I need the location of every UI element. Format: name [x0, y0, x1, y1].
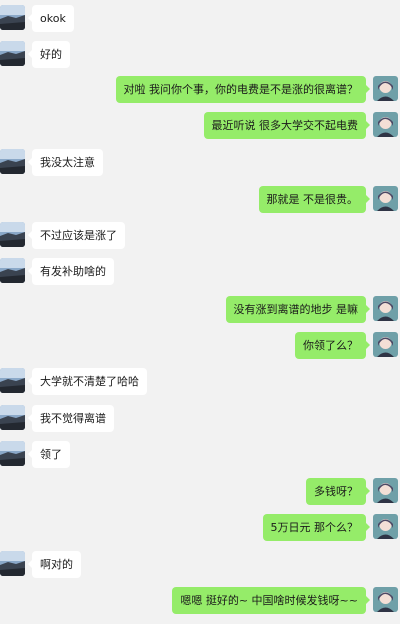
landscape-avatar-icon[interactable] — [0, 258, 25, 283]
message-bubble: 嗯嗯 挺好的~ 中国啥时候发钱呀~~ — [172, 587, 370, 614]
message-bubble: 最近听说 很多大学交不起电费 — [203, 112, 370, 139]
landscape-avatar-icon[interactable] — [0, 368, 25, 393]
message-row: okok — [0, 5, 400, 35]
message-row: 多钱呀？ — [0, 478, 400, 508]
message-bubble: 啊对的 — [28, 551, 81, 578]
message-row: 啊对的 — [0, 551, 400, 581]
message-bubble: 领了 — [28, 441, 70, 468]
message-bubble: 5万日元 那个么？ — [262, 514, 370, 541]
anime-character-avatar-icon[interactable] — [373, 296, 398, 321]
message-bubble: 没有涨到离谱的地步 是嘛 — [225, 296, 370, 323]
message-row: 大学就不清楚了哈哈 — [0, 368, 400, 398]
message-bubble: 好的 — [28, 41, 70, 68]
message-bubble: 有发补助啥的 — [28, 258, 114, 285]
message-row: 嗯嗯 挺好的~ 中国啥时候发钱呀~~ — [0, 587, 400, 617]
message-row: 5万日元 那个么？ — [0, 514, 400, 544]
message-bubble: 你领了么？ — [295, 332, 370, 359]
message-row: 对啦 我问你个事，你的电费是不是涨的很离谱？ — [0, 76, 400, 106]
message-row: 没有涨到离谱的地步 是嘛 — [0, 296, 400, 326]
message-row: 你领了么？ — [0, 332, 400, 362]
anime-character-avatar-icon[interactable] — [373, 514, 398, 539]
anime-character-avatar-icon[interactable] — [373, 76, 398, 101]
landscape-avatar-icon[interactable] — [0, 405, 25, 430]
message-bubble: okok — [28, 5, 74, 32]
message-bubble: 我不觉得离谱 — [28, 405, 114, 432]
message-row: 我不觉得离谱 — [0, 405, 400, 435]
landscape-avatar-icon[interactable] — [0, 149, 25, 174]
message-row: 不过应该是涨了 — [0, 222, 400, 252]
anime-character-avatar-icon[interactable] — [373, 478, 398, 503]
message-row: 那就是 不是很贵。 — [0, 186, 400, 216]
message-row: 好的 — [0, 41, 400, 71]
landscape-avatar-icon[interactable] — [0, 5, 25, 30]
landscape-avatar-icon[interactable] — [0, 222, 25, 247]
message-bubble: 那就是 不是很贵。 — [258, 186, 370, 213]
message-bubble: 大学就不清楚了哈哈 — [28, 368, 147, 395]
message-bubble: 多钱呀？ — [306, 478, 370, 505]
message-row: 最近听说 很多大学交不起电费 — [0, 112, 400, 142]
message-bubble: 我没太注意 — [28, 149, 103, 176]
landscape-avatar-icon[interactable] — [0, 41, 25, 66]
anime-character-avatar-icon[interactable] — [373, 332, 398, 357]
message-bubble: 对啦 我问你个事，你的电费是不是涨的很离谱？ — [115, 76, 370, 103]
chat-window: okok 好的 对啦 我问你个事，你的电费是不是涨的很离谱？ 最近听说 很多大学… — [0, 0, 400, 624]
message-bubble: 不过应该是涨了 — [28, 222, 125, 249]
landscape-avatar-icon[interactable] — [0, 441, 25, 466]
message-row: 我没太注意 — [0, 149, 400, 179]
message-row: 领了 — [0, 441, 400, 471]
anime-character-avatar-icon[interactable] — [373, 112, 398, 137]
anime-character-avatar-icon[interactable] — [373, 587, 398, 612]
anime-character-avatar-icon[interactable] — [373, 186, 398, 211]
message-row: 有发补助啥的 — [0, 258, 400, 288]
landscape-avatar-icon[interactable] — [0, 551, 25, 576]
